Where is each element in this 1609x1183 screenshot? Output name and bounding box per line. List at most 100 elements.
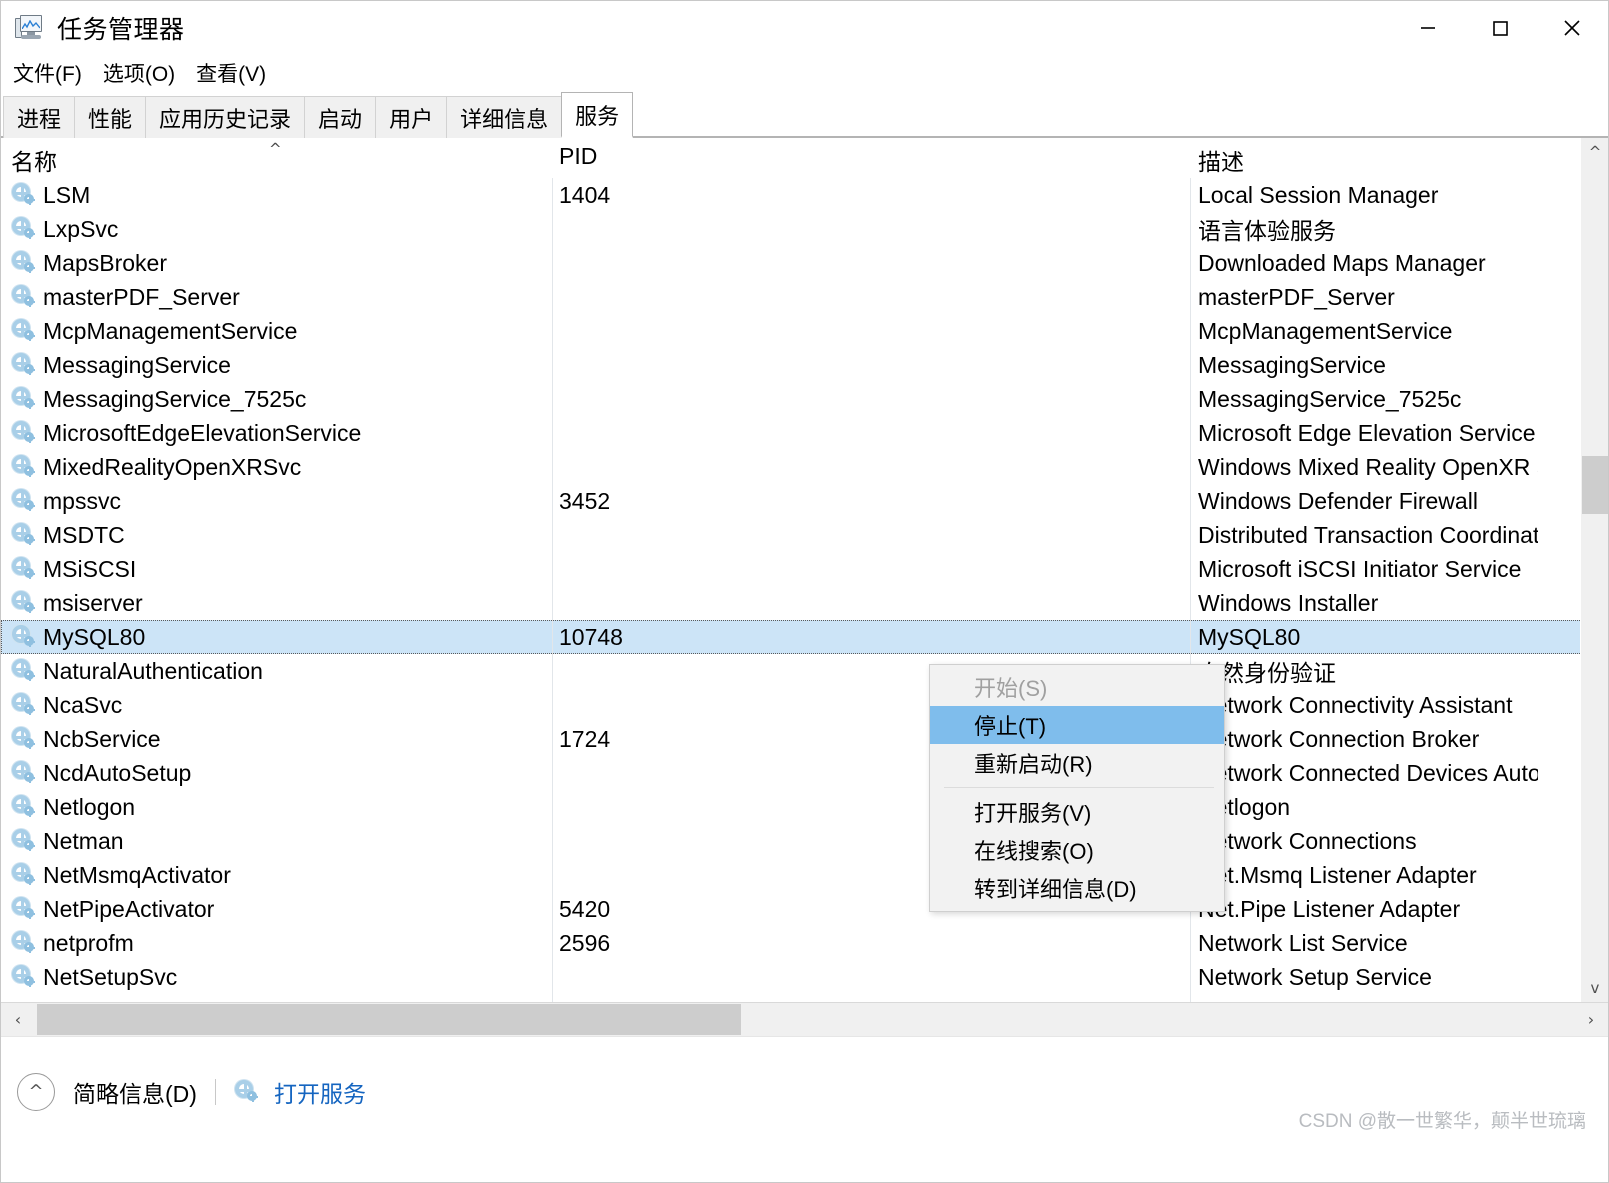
service-name-label: MSiSCSI [43,555,137,582]
context-menu-item[interactable]: 转到详细信息(D) [930,869,1224,907]
column-header-pid[interactable]: PID [559,143,597,170]
service-gear-icon [11,556,37,582]
service-name-label: Netman [43,827,124,854]
context-menu-item[interactable]: 打开服务(V) [930,793,1224,831]
task-manager-icon [15,14,45,41]
table-row[interactable]: NcdAutoSetup Network Connected Devices Au… [1,756,1608,790]
tab-app-history[interactable]: 应用历史记录 [145,96,306,138]
menu-file[interactable]: 文件(F) [11,56,84,90]
context-menu-item[interactable]: 停止(T) [930,706,1224,744]
window-controls [1392,1,1608,54]
table-row[interactable]: MessagingService_7525c MessagingService_7… [1,382,1608,416]
scroll-left-arrow-icon[interactable]: ‹ [1,1003,35,1036]
title-bar: 任务管理器 [1,1,1608,54]
service-description-cell: Net.Msmq Listener Adapter [1198,861,1477,888]
service-name-label: masterPDF_Server [43,283,240,310]
service-name-label: mpssvc [43,487,121,514]
service-description-cell: MessagingService [1198,351,1386,378]
table-row[interactable]: MySQL80 10748 MySQL80 [1,620,1608,654]
menu-options[interactable]: 选项(O) [101,56,177,90]
tab-strip: 进程 性能 应用历史记录 启动 用户 详细信息 服务 [1,92,1608,138]
service-description-cell: MessagingService_7525c [1198,385,1462,412]
tab-processes[interactable]: 进程 [3,96,76,138]
tab-startup[interactable]: 启动 [304,96,377,138]
service-description-cell: 语言体验服务 [1198,218,1336,244]
service-gear-icon [234,1079,260,1105]
maximize-button[interactable] [1464,1,1536,54]
service-name-label: MixedRealityOpenXRSvc [43,453,302,480]
context-menu-item[interactable]: 重新启动(R) [930,744,1224,782]
tab-details[interactable]: 详细信息 [446,96,563,138]
table-row[interactable]: MessagingService MessagingService [1,348,1608,382]
table-row[interactable]: NcaSvc Network Connectivity Assistant [1,688,1608,722]
table-row[interactable]: NetPipeActivator 5420 Net.Pipe Listener Ad… [1,892,1608,926]
service-gear-icon [11,896,37,922]
table-row[interactable]: Netman Network Connections [1,824,1608,858]
service-name-cell: MSiSCSI [11,556,136,583]
horizontal-scroll-thumb[interactable] [37,1004,741,1035]
service-name-label: msiserver [43,589,143,616]
table-row[interactable]: MSDTC Distributed Transaction Coordinator [1,518,1608,552]
service-description-cell: Microsoft Edge Elevation Service [1198,419,1536,446]
scroll-right-arrow-icon[interactable]: › [1574,1003,1608,1036]
service-pid-cell: 10748 [559,623,623,650]
tab-services[interactable]: 服务 [561,92,634,138]
table-row[interactable]: MSiSCSI Microsoft iSCSI Initiator Service [1,552,1608,586]
menu-view[interactable]: 查看(V) [194,56,268,90]
service-gear-icon [11,284,37,310]
service-name-label: MessagingService_7525c [43,385,307,412]
table-row[interactable]: NaturalAuthentication 自然身份验证 [1,654,1608,688]
table-row[interactable]: McpManagementService McpManagementService [1,314,1608,348]
tab-users[interactable]: 用户 [375,96,448,138]
table-row[interactable]: MixedRealityOpenXRSvc Windows Mixed Reali… [1,450,1608,484]
service-description-cell: masterPDF_Server [1198,283,1395,310]
service-description-cell: Network Connected Devices Auto-Setup [1198,759,1538,786]
service-name-cell: McpManagementService [11,318,297,345]
scroll-up-arrow-icon[interactable]: ^ [1581,138,1608,166]
table-row[interactable]: masterPDF_Server masterPDF_Server [1,280,1608,314]
open-services-link[interactable]: 打开服务 [234,1075,366,1109]
table-row[interactable]: LxpSvc 语言体验服务 [1,212,1608,246]
service-gear-icon [11,624,37,650]
minimize-button[interactable] [1392,1,1464,54]
table-row[interactable]: netprofm 2596 Network List Service [1,926,1608,960]
service-gear-icon [11,692,37,718]
vertical-scrollbar[interactable]: ^ v [1580,138,1608,1002]
table-row[interactable]: NetSetupSvc Network Setup Service [1,960,1608,994]
context-menu-item[interactable]: 在线搜索(O) [930,831,1224,869]
fewer-details-button[interactable]: 简略信息(D) [73,1075,197,1109]
service-name-label: Netlogon [43,793,136,820]
column-divider-name-pid[interactable] [552,138,553,1002]
column-header-desc[interactable]: 描述 [1198,143,1244,177]
vertical-scroll-thumb[interactable] [1582,456,1608,514]
close-button[interactable] [1536,1,1608,54]
service-gear-icon [11,522,37,548]
table-row[interactable]: mpssvc 3452 Windows Defender Firewall [1,484,1608,518]
service-name-label: NetMsmqActivator [43,861,231,888]
table-row[interactable]: NcbService 1724 Network Connection Broker [1,722,1608,756]
service-name-cell: NcbService [11,726,161,753]
horizontal-scrollbar[interactable]: ‹ › [1,1002,1608,1036]
context-menu-item: 开始(S) [974,676,1048,701]
table-row[interactable]: LSM 1404 Local Session Manager [1,178,1608,212]
service-description-cell: Network Connections [1198,827,1417,854]
service-name-cell: NetSetupSvc [11,964,177,991]
service-name-label: MicrosoftEdgeElevationService [43,419,362,446]
tab-performance[interactable]: 性能 [74,96,147,138]
service-description-cell: Net.Pipe Listener Adapter [1198,895,1461,922]
table-row[interactable]: msiserver Windows Installer [1,586,1608,620]
chevron-up-icon[interactable]: ^ [17,1072,55,1111]
table-row[interactable]: MapsBroker Downloaded Maps Manager [1,246,1608,280]
scroll-down-arrow-icon[interactable]: v [1581,974,1608,1002]
service-name-cell: MessagingService [11,352,231,379]
column-header-name[interactable]: 名称 [11,143,57,177]
service-name-label: NetPipeActivator [43,895,215,922]
table-row[interactable]: MicrosoftEdgeElevationService Microsoft E… [1,416,1608,450]
service-name-cell: NetPipeActivator [11,896,214,923]
service-name-label: NcbService [43,725,161,752]
table-row[interactable]: Netlogon Netlogon [1,790,1608,824]
service-name-label: MSDTC [43,521,125,548]
services-table: 名称 ^ PID 描述 LSM 1404 Local Session Manager… [1,138,1608,1002]
table-row[interactable]: NetMsmqActivator Net.Msmq Listener Adapte… [1,858,1608,892]
service-gear-icon [11,828,37,854]
